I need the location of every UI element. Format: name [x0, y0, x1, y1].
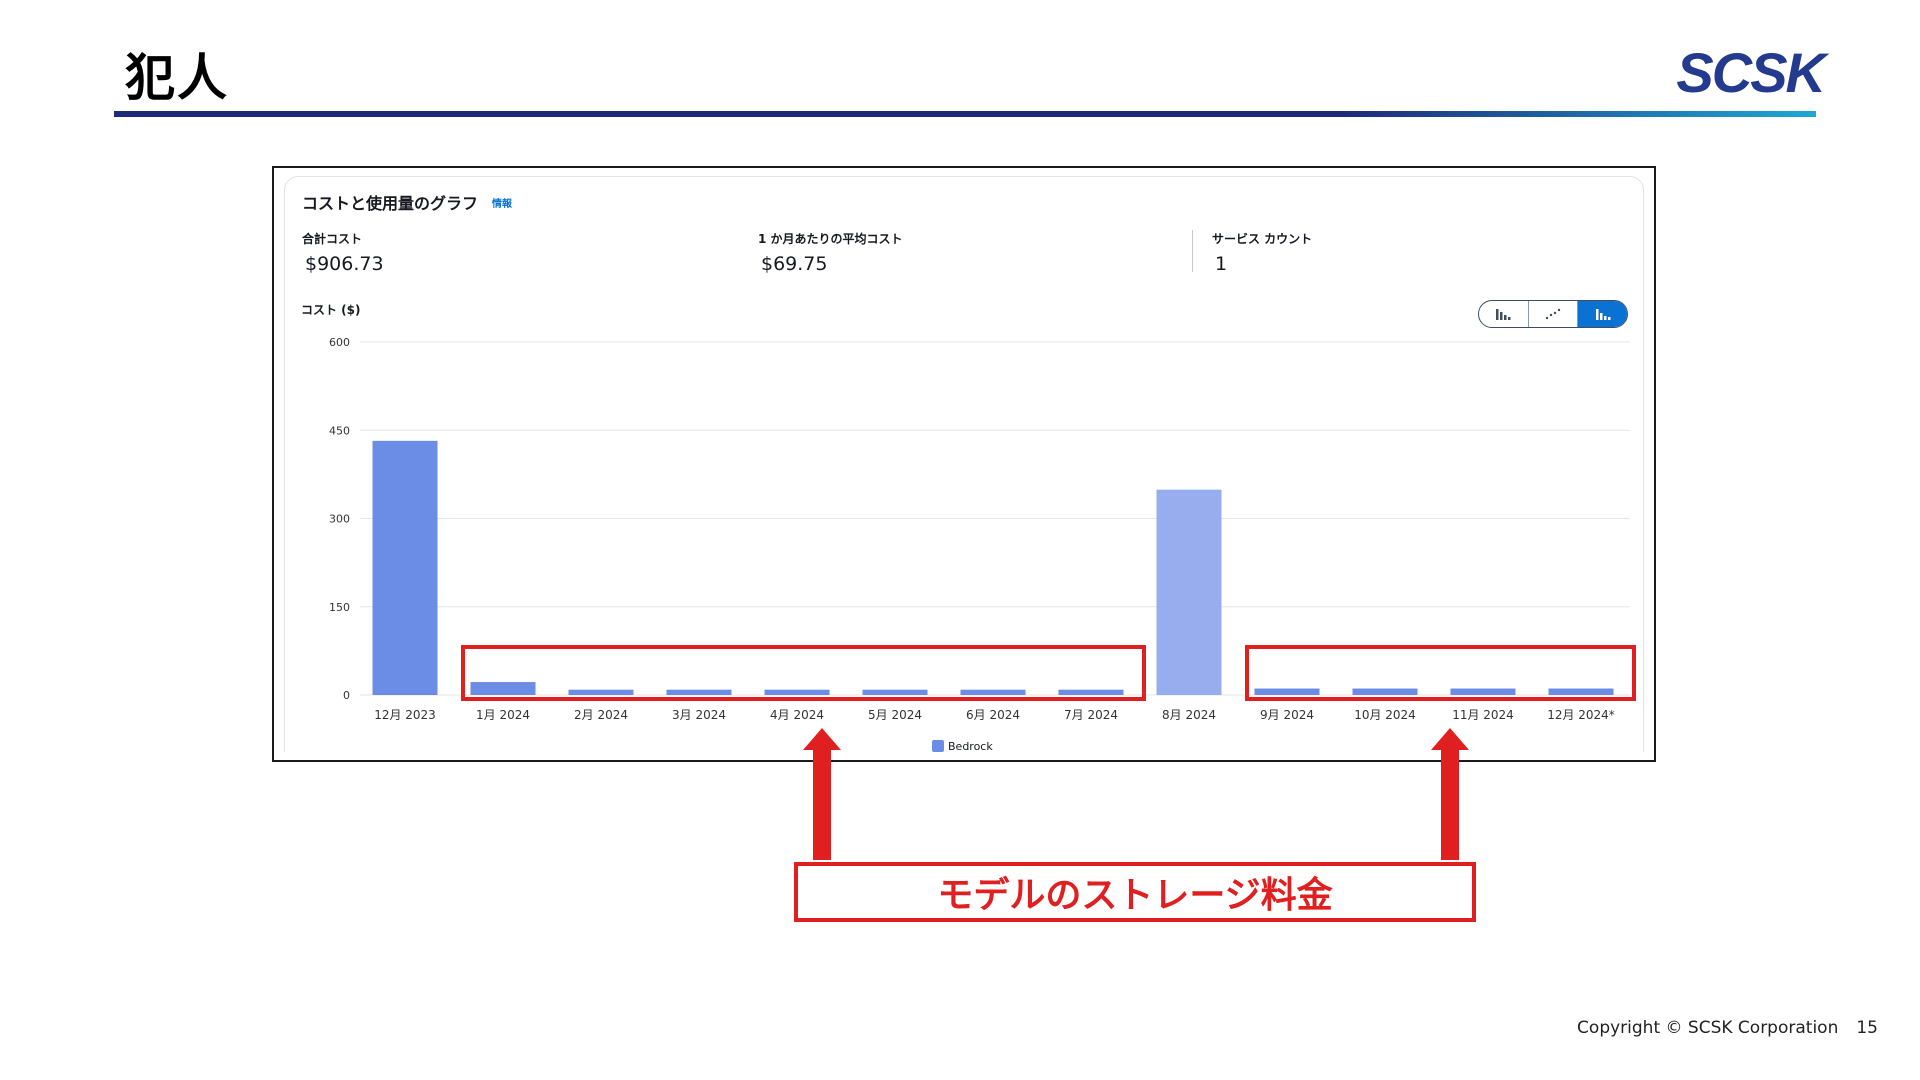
arrow-shaft-1 [813, 748, 831, 860]
bar-6月 2024 [960, 689, 1026, 695]
y-tick-label: 150 [329, 601, 350, 614]
legend-label: Bedrock [948, 740, 993, 753]
bar-10月 2024 [1352, 688, 1418, 695]
arrow-shaft-2 [1441, 748, 1459, 860]
bar-12月 2024* [1548, 688, 1614, 695]
x-tick-label: 10月 2024 [1354, 708, 1416, 722]
bar-8月 2024 [1156, 489, 1222, 695]
bar-7月 2024 [1058, 689, 1124, 695]
bar-9月 2024 [1254, 688, 1320, 695]
callout-box: モデルのストレージ料金 [794, 862, 1476, 922]
x-tick-label: 4月 2024 [770, 708, 824, 722]
x-tick-label: 2月 2024 [574, 708, 628, 722]
x-tick-label: 9月 2024 [1260, 708, 1314, 722]
callout-text: モデルのストレージ料金 [937, 875, 1333, 916]
y-tick-label: 0 [343, 689, 350, 702]
y-tick-label: 600 [329, 336, 350, 349]
page-number: 15 [1856, 1018, 1878, 1038]
bar-5月 2024 [862, 689, 928, 695]
arrow-head-1 [803, 728, 841, 750]
x-tick-label: 12月 2024* [1547, 708, 1615, 722]
footer: Copyright © SCSK Corporation 15 [1559, 1018, 1878, 1038]
x-tick-label: 11月 2024 [1452, 708, 1514, 722]
x-tick-label: 6月 2024 [966, 708, 1020, 722]
x-tick-label: 5月 2024 [868, 708, 922, 722]
y-tick-label: 300 [329, 513, 350, 526]
bar-3月 2024 [666, 689, 732, 695]
x-tick-label: 1月 2024 [476, 708, 530, 722]
copyright-text: Copyright © SCSK Corporation [1577, 1018, 1839, 1038]
x-tick-label: 12月 2023 [374, 708, 436, 722]
bar-1月 2024 [470, 682, 536, 695]
bar-4月 2024 [764, 689, 830, 695]
x-tick-label: 7月 2024 [1064, 708, 1118, 722]
bar-12月 2023 [372, 440, 438, 695]
legend-swatch [932, 740, 944, 752]
x-tick-label: 8月 2024 [1162, 708, 1216, 722]
bar-11月 2024 [1450, 688, 1516, 695]
arrow-head-2 [1431, 728, 1469, 750]
y-axis-label: コスト ($) [301, 303, 361, 317]
x-tick-label: 3月 2024 [672, 708, 726, 722]
y-tick-label: 450 [329, 424, 350, 437]
bar-2月 2024 [568, 689, 634, 695]
